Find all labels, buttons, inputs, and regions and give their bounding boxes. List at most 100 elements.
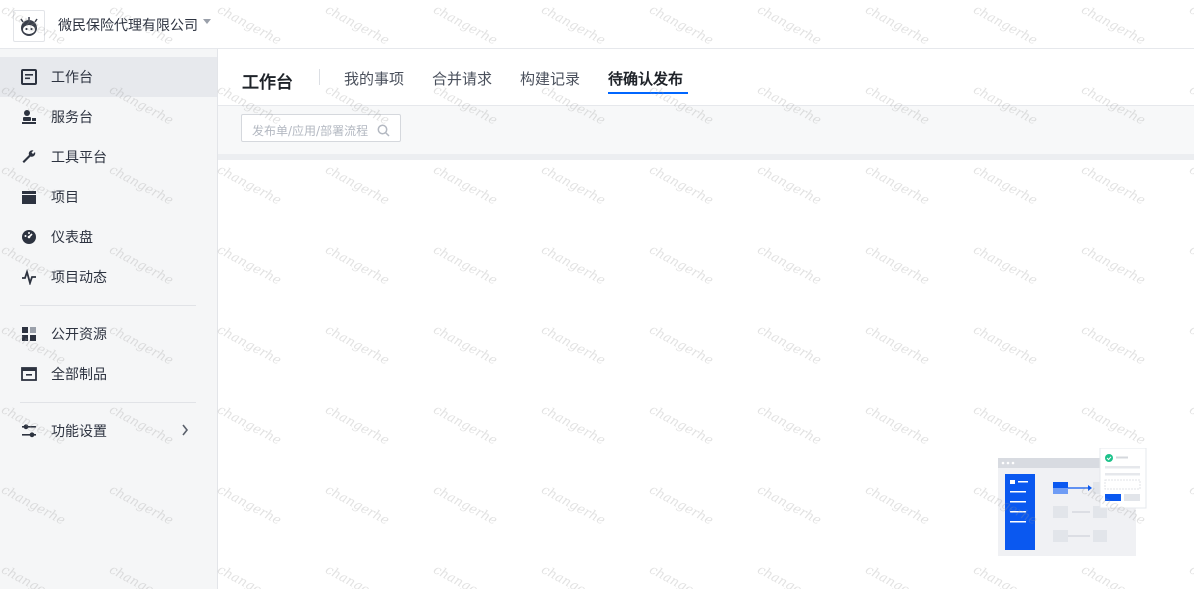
watermark-text: changerhe (646, 322, 716, 369)
sidebar-item-feature-settings[interactable]: 功能设置 (0, 411, 217, 451)
watermark-text: changerhe (970, 242, 1040, 289)
watermark-text: changerhe (1078, 322, 1148, 369)
watermark-text: changerhe (1186, 322, 1194, 369)
watermark-text: changerhe (322, 242, 392, 289)
watermark-text: changerhe (646, 482, 716, 529)
settings-icon (20, 422, 38, 440)
watermark-text: changerhe (862, 242, 932, 289)
company-logo[interactable] (13, 10, 45, 42)
watermark-text: changerhe (214, 162, 284, 209)
watermark-text: changerhe (214, 482, 284, 529)
watermark-text: changerhe (214, 242, 284, 289)
sidebar-item-workbench[interactable]: 工作台 (0, 57, 217, 97)
artifact-icon (20, 365, 38, 383)
sidebar-item-public-resources[interactable]: 公开资源 (0, 314, 217, 354)
watermark-text: changerhe (646, 402, 716, 449)
watermark-text: changerhe (322, 402, 392, 449)
watermark-text: changerhe (862, 322, 932, 369)
watermark-text: changerhe (430, 322, 500, 369)
sidebar-item-artifacts[interactable]: 全部制品 (0, 354, 217, 394)
filter-bar-shadow (218, 154, 1194, 160)
watermark-text: changerhe (430, 242, 500, 289)
sidebar: 工作台 服务台 工具平台 项目 仪表盘 项目动态 公开资源 全部制品 功能设置 (0, 49, 218, 589)
watermark-text: changerhe (1078, 562, 1148, 589)
watermark-text: changerhe (754, 322, 824, 369)
watermark-text: changerhe (1186, 162, 1194, 209)
watermark-text: changerhe (538, 242, 608, 289)
search-icon[interactable] (377, 122, 390, 141)
watermark-text: changerhe (322, 162, 392, 209)
sidebar-item-label: 服务台 (51, 110, 93, 126)
search-placeholder: 发布单/应用/部署流程 (252, 124, 369, 138)
activity-icon (20, 268, 38, 286)
watermark-text: changerhe (538, 482, 608, 529)
sidebar-item-projects[interactable]: 项目 (0, 177, 217, 217)
watermark-text: changerhe (754, 482, 824, 529)
watermark-text: changerhe (862, 162, 932, 209)
watermark-text: changerhe (322, 322, 392, 369)
tab-my-items[interactable]: 我的事项 (344, 68, 404, 89)
watermark-text: changerhe (538, 162, 608, 209)
chevron-right-icon (181, 424, 189, 440)
empty-state-illustration (996, 447, 1148, 564)
sidebar-item-label: 仪表盘 (51, 230, 93, 246)
watermark-text: changerhe (538, 562, 608, 589)
sidebar-item-service-desk[interactable]: 服务台 (0, 97, 217, 137)
watermark-text: changerhe (1078, 162, 1148, 209)
active-tab-indicator (608, 92, 688, 94)
watermark-text: changerhe (1186, 482, 1194, 529)
watermark-text: changerhe (322, 482, 392, 529)
sidebar-item-label: 项目 (51, 190, 79, 206)
watermark-text: changerhe (430, 482, 500, 529)
watermark-text: changerhe (646, 242, 716, 289)
workbench-icon (20, 68, 38, 86)
octopus-logo-icon (20, 17, 38, 36)
watermark-text: changerhe (538, 402, 608, 449)
watermark-text: changerhe (1078, 242, 1148, 289)
watermark-text: changerhe (970, 562, 1040, 589)
watermark-text: changerhe (430, 402, 500, 449)
sidebar-divider (20, 305, 196, 306)
watermark-text: changerhe (646, 162, 716, 209)
resources-icon (20, 325, 38, 343)
sidebar-item-tools[interactable]: 工具平台 (0, 137, 217, 177)
watermark-text: changerhe (1186, 562, 1194, 589)
watermark-text: changerhe (1186, 242, 1194, 289)
main-header: 工作台 我的事项 合并请求 构建记录 待确认发布 (218, 50, 1194, 106)
sidebar-item-label: 工具平台 (51, 150, 107, 166)
watermark-text: changerhe (538, 322, 608, 369)
dashboard-icon (20, 228, 38, 246)
watermark-text: changerhe (646, 562, 716, 589)
sidebar-item-dashboard[interactable]: 仪表盘 (0, 217, 217, 257)
folder-icon (20, 188, 38, 206)
tab-build-records[interactable]: 构建记录 (520, 68, 580, 89)
watermark-text: changerhe (754, 562, 824, 589)
watermark-text: changerhe (862, 562, 932, 589)
service-desk-icon (20, 108, 38, 126)
watermark-text: changerhe (214, 562, 284, 589)
sidebar-item-label: 全部制品 (51, 367, 107, 383)
title-separator (319, 69, 320, 85)
top-bar: 微民保险代理有限公司 (0, 0, 1194, 49)
watermark-text: changerhe (430, 162, 500, 209)
filter-bar: 发布单/应用/部署流程 (218, 106, 1194, 155)
page-title: 工作台 (242, 73, 293, 93)
sidebar-divider (20, 402, 196, 403)
watermark-text: changerhe (1078, 402, 1148, 449)
watermark-text: changerhe (754, 162, 824, 209)
watermark-text: changerhe (970, 322, 1040, 369)
sidebar-item-activity[interactable]: 项目动态 (0, 257, 217, 297)
tab-pending-release[interactable]: 待确认发布 (608, 68, 683, 89)
tab-merge-requests[interactable]: 合并请求 (432, 68, 492, 89)
watermark-text: changerhe (754, 242, 824, 289)
search-input[interactable]: 发布单/应用/部署流程 (241, 114, 401, 142)
company-dropdown-caret-icon[interactable] (203, 19, 211, 24)
watermark-text: changerhe (322, 562, 392, 589)
watermark-text: changerhe (862, 402, 932, 449)
watermark-text: changerhe (862, 482, 932, 529)
company-name[interactable]: 微民保险代理有限公司 (58, 15, 198, 35)
watermark-text: changerhe (430, 562, 500, 589)
watermark-text: changerhe (214, 322, 284, 369)
watermark-text: changerhe (214, 402, 284, 449)
watermark-text: changerhe (754, 402, 824, 449)
